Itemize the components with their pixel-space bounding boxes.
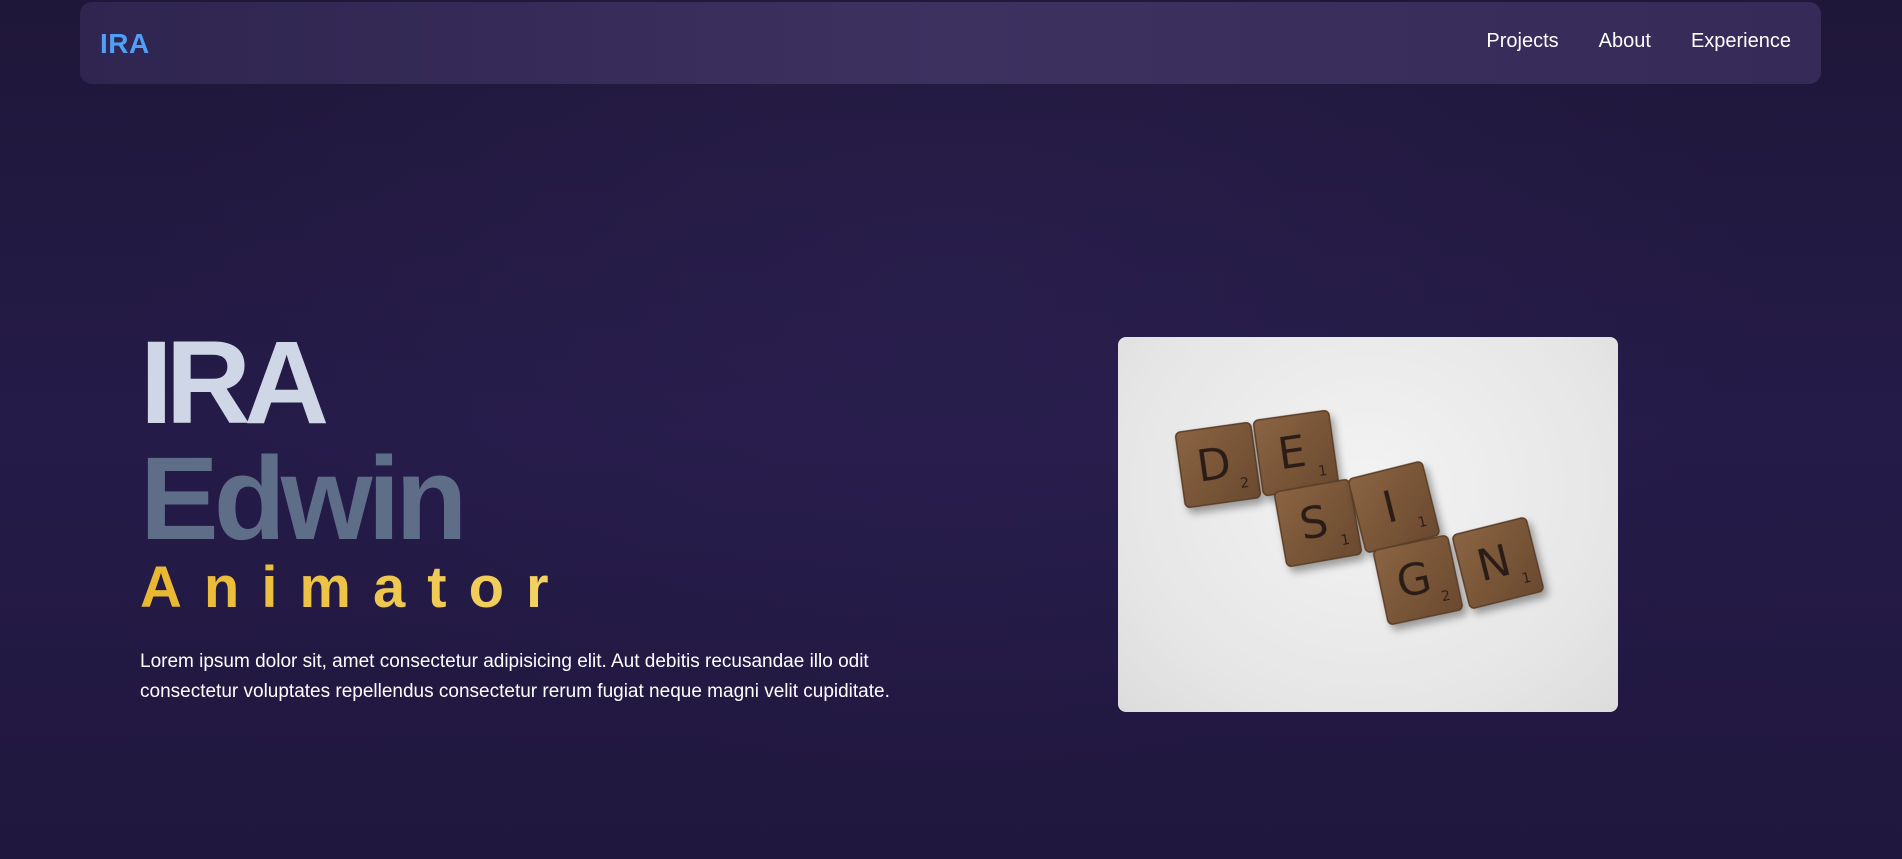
nav-link-experience[interactable]: Experience xyxy=(1691,30,1791,53)
tile-letter: D xyxy=(1194,437,1235,492)
nav-link-about[interactable]: About xyxy=(1599,30,1651,53)
letter-tile-s: S1 xyxy=(1274,479,1362,567)
letter-tile-g: G2 xyxy=(1373,535,1463,625)
letter-tile-n: N1 xyxy=(1452,517,1544,609)
page: IRA Projects About Experience IRA Edwin … xyxy=(0,0,1902,859)
hero-text: IRA Edwin Animator Lorem ipsum dolor sit… xyxy=(140,317,940,726)
hero-last-name: Edwin xyxy=(140,433,467,565)
hero-role: Animator xyxy=(140,553,940,623)
design-tiles-photo: D 2E 1S 1I 1G 2N 1 xyxy=(1174,409,1544,625)
navbar: IRA Projects About Experience xyxy=(80,2,1821,84)
letter-tile-d: D2 xyxy=(1174,421,1262,509)
logo[interactable]: IRA xyxy=(100,28,150,60)
hero-image-design-tiles: D2E1S1I1G2N1 xyxy=(1118,337,1618,712)
hero-first-name: IRA xyxy=(140,317,329,449)
hero-description: Lorem ipsum dolor sit, amet consectetur … xyxy=(140,651,890,702)
nav-link-projects[interactable]: Projects xyxy=(1486,30,1558,53)
nav-links: Projects About Experience xyxy=(1486,30,1791,53)
